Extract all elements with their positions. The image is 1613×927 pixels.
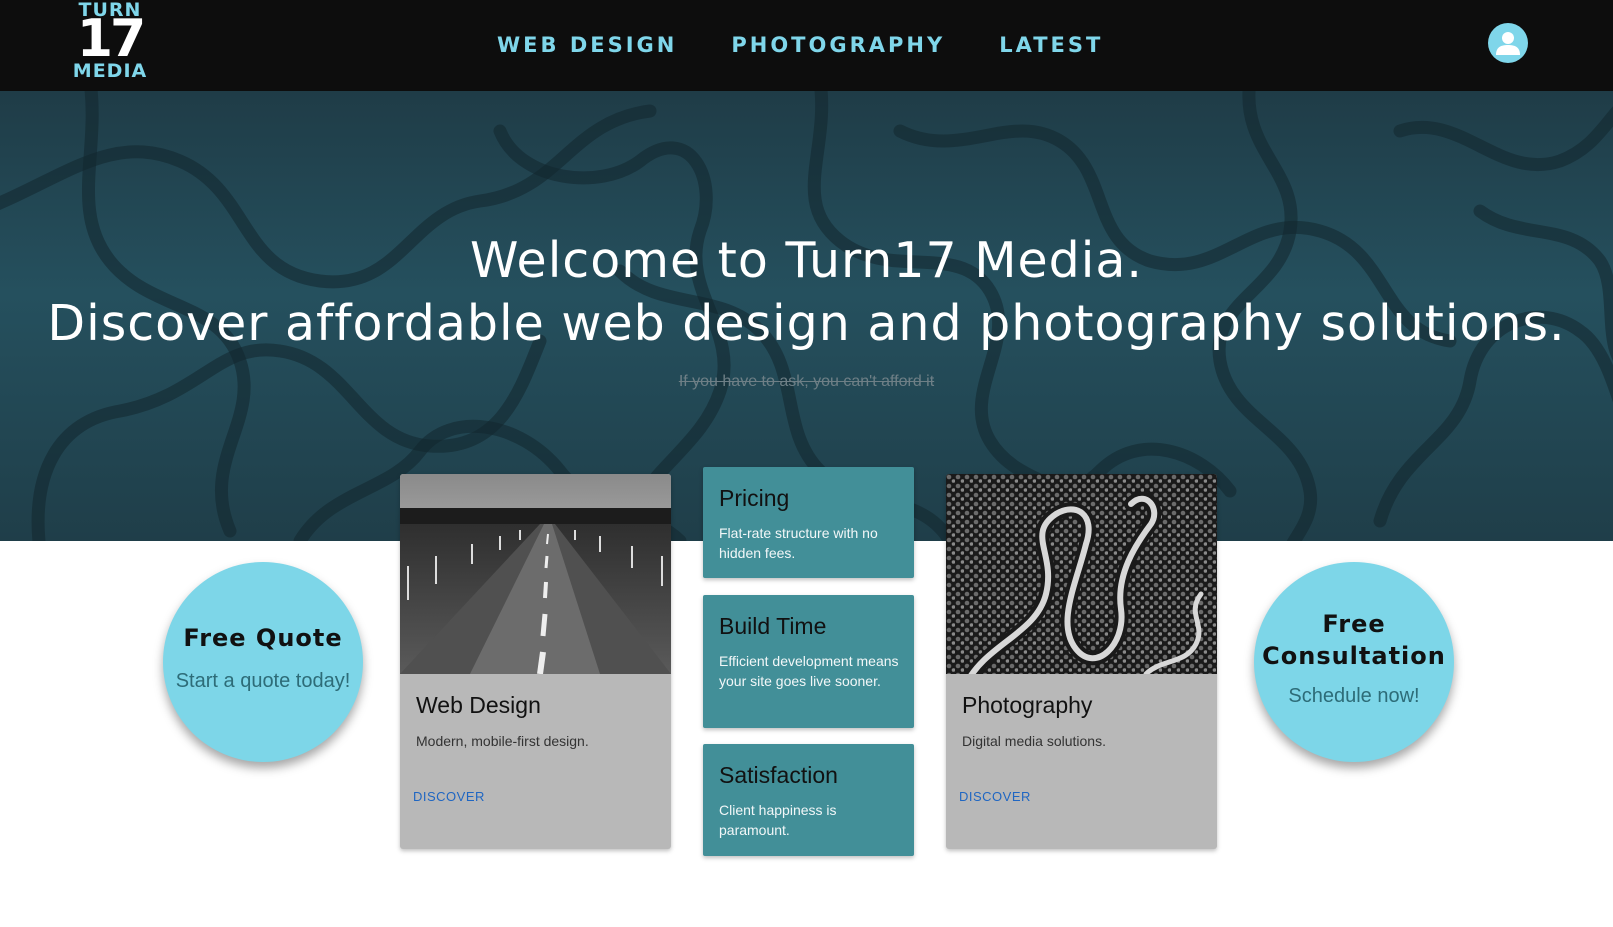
web-design-discover-link[interactable]: DISCOVER (413, 788, 485, 806)
photography-discover-link[interactable]: DISCOVER (959, 788, 1031, 806)
satisfaction-text: Client happiness is paramount. (719, 802, 837, 838)
free-quote-title: Free Quote (183, 624, 343, 652)
nav-link-photography[interactable]: PHOTOGRAPHY (731, 30, 945, 60)
winding-road-aerial-photo (946, 474, 1217, 674)
logo-text-bottom: MEDIA (72, 60, 148, 82)
road-photo (400, 474, 671, 674)
pricing-title: Pricing (719, 485, 790, 511)
hero-headline-line2: Discover affordable web design and photo… (47, 295, 1566, 352)
user-icon (1496, 32, 1520, 55)
free-consultation-title-line1: Free (1322, 610, 1386, 638)
top-navbar: TURN 17 MEDIA WEB DESIGN PHOTOGRAPHY LAT… (0, 0, 1613, 91)
pricing-text: Flat-rate structure with no hidden fees. (719, 525, 878, 561)
photography-card-title: Photography (962, 692, 1093, 718)
hero-tagline: If you have to ask, you can't afford it (678, 373, 935, 390)
photography-card-text: Digital media solutions. (962, 733, 1106, 749)
free-consultation-button[interactable]: Free Consultation Schedule now! (1254, 562, 1454, 762)
nav-link-latest[interactable]: LATEST (999, 30, 1103, 60)
turn17-logo[interactable]: TURN 17 MEDIA (72, 0, 148, 86)
logo-text-number: 17 (76, 9, 146, 69)
pricing-feature-box: Pricing Flat-rate structure with no hidd… (703, 467, 914, 578)
account-button[interactable] (1488, 23, 1528, 63)
web-design-card-text: Modern, mobile-first design. (416, 733, 589, 749)
build-time-text: Efficient development means your site go… (719, 653, 899, 689)
web-design-card: Web Design Modern, mobile-first design. … (400, 474, 671, 849)
free-consultation-title-line2: Consultation (1262, 642, 1446, 670)
build-time-feature-box: Build Time Efficient development means y… (703, 595, 914, 728)
photography-card: Photography Digital media solutions. DIS… (946, 474, 1217, 849)
main-nav: WEB DESIGN PHOTOGRAPHY LATEST (497, 30, 1103, 60)
build-time-title: Build Time (719, 613, 827, 639)
web-design-card-title: Web Design (416, 692, 541, 718)
nav-link-web-design[interactable]: WEB DESIGN (497, 30, 677, 60)
satisfaction-title: Satisfaction (719, 762, 838, 788)
free-quote-subtitle: Start a quote today! (175, 670, 351, 692)
hero-headline: Welcome to Turn17 Media. Discover afford… (0, 229, 1613, 355)
hero-headline-line1: Welcome to Turn17 Media. (469, 232, 1144, 289)
free-consultation-subtitle: Schedule now! (1288, 685, 1420, 707)
satisfaction-feature-box: Satisfaction Client happiness is paramou… (703, 744, 914, 856)
free-quote-button[interactable]: Free Quote Start a quote today! (163, 562, 363, 762)
free-consultation-title: Free Consultation (1254, 608, 1454, 672)
